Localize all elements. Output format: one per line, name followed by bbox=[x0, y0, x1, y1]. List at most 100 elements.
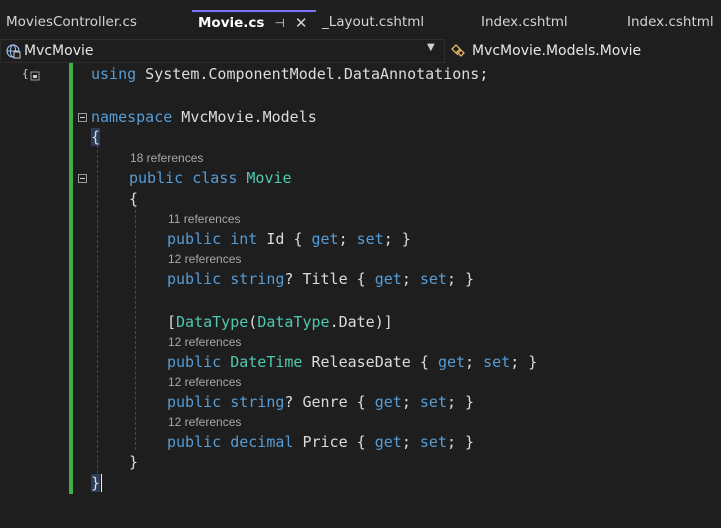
property-name: Genre bbox=[293, 393, 357, 411]
brace: { bbox=[91, 128, 101, 146]
code-text: System.ComponentModel.DataAnnotations; bbox=[136, 65, 489, 83]
code-line-class[interactable]: public class Movie bbox=[129, 169, 292, 187]
code-line-brace-open[interactable]: { bbox=[91, 128, 101, 146]
tab-moviescontroller[interactable]: MoviesController.cs bbox=[0, 10, 198, 34]
close-icon[interactable]: ✕ bbox=[295, 14, 308, 32]
accessor: set bbox=[419, 393, 447, 411]
punctuation: ; } bbox=[510, 353, 538, 371]
type: string bbox=[230, 393, 285, 411]
tab-label: _Layout.cshtml bbox=[322, 14, 425, 30]
tab-label: Index.cshtml bbox=[627, 14, 714, 30]
punctuation: . bbox=[329, 313, 339, 331]
keyword: public bbox=[129, 169, 184, 187]
keyword: public bbox=[167, 270, 222, 288]
tab-index-1[interactable]: Index.cshtml bbox=[475, 10, 627, 34]
svg-text:{: { bbox=[22, 67, 29, 80]
punctuation: ; bbox=[401, 433, 420, 451]
paren: ( bbox=[248, 313, 258, 331]
punctuation: ; } bbox=[446, 393, 475, 411]
brace: } bbox=[91, 474, 101, 492]
codelens-references[interactable]: 12 references bbox=[168, 415, 241, 429]
text-cursor bbox=[101, 474, 102, 492]
punctuation: ; bbox=[338, 230, 357, 248]
class-name: Movie bbox=[246, 169, 292, 187]
brace: } bbox=[129, 453, 139, 471]
code-line-using[interactable]: using System.ComponentModel.DataAnnotati… bbox=[91, 65, 488, 83]
accessor: set bbox=[419, 270, 447, 288]
accessor: get bbox=[311, 230, 339, 248]
code-line-class-brace-close[interactable]: } bbox=[129, 453, 138, 471]
code-line-title[interactable]: public string? Title { get; set; } bbox=[167, 270, 474, 288]
code-line-price[interactable]: public decimal Price { get; set; } bbox=[167, 433, 474, 451]
keyword: public bbox=[167, 433, 222, 451]
tab-label: Index.cshtml bbox=[481, 14, 568, 30]
type: DateTime bbox=[230, 353, 303, 371]
class-icon bbox=[451, 44, 465, 57]
codelens-references[interactable]: 11 references bbox=[168, 212, 241, 226]
keyword: public bbox=[167, 230, 222, 248]
collapsed-region-icon[interactable]: { bbox=[22, 66, 42, 84]
accessor: set bbox=[356, 230, 384, 248]
tab-movie-cs[interactable]: Movie.cs ⊣ ✕ bbox=[192, 10, 316, 34]
code-text: MvcMovie.Models bbox=[172, 108, 317, 126]
property-name: Id bbox=[257, 230, 294, 248]
attribute-name: DataType bbox=[176, 313, 249, 331]
code-line-namespace[interactable]: namespace MvcMovie.Models bbox=[91, 108, 317, 126]
code-line-attribute[interactable]: [DataType(DataType.Date)] bbox=[167, 313, 393, 331]
brace: { bbox=[293, 230, 312, 248]
tab-index-2[interactable]: Index.cshtml bbox=[621, 10, 721, 34]
code-line-releasedate[interactable]: public DateTime ReleaseDate { get; set; … bbox=[167, 353, 537, 371]
enum-name: DataType bbox=[257, 313, 330, 331]
accessor: set bbox=[483, 353, 511, 371]
punctuation: ; bbox=[401, 270, 420, 288]
brace: { bbox=[356, 270, 375, 288]
property-name: Title bbox=[293, 270, 357, 288]
punctuation: ; } bbox=[383, 230, 411, 248]
punctuation: ; } bbox=[446, 270, 475, 288]
code-line-id[interactable]: public int Id { get; set; } bbox=[167, 230, 411, 248]
project-dropdown[interactable]: MvcMovie ▼ bbox=[0, 39, 445, 63]
accessor: get bbox=[374, 433, 402, 451]
member-dropdown[interactable]: MvcMovie.Models.Movie bbox=[446, 39, 721, 63]
code-line-brace-close[interactable]: } bbox=[91, 474, 101, 492]
tab-bar: MoviesController.cs Movie.cs ⊣ ✕ _Layout… bbox=[0, 0, 721, 34]
brace: { bbox=[356, 433, 375, 451]
property-name: ReleaseDate bbox=[302, 353, 420, 371]
member-name: MvcMovie.Models.Movie bbox=[472, 43, 642, 59]
accessor: get bbox=[374, 270, 402, 288]
tab-label: Movie.cs bbox=[198, 15, 265, 31]
fold-class-icon[interactable] bbox=[78, 174, 87, 183]
bracket: )] bbox=[374, 313, 393, 331]
codelens-references[interactable]: 12 references bbox=[168, 252, 241, 266]
keyword: public bbox=[167, 353, 222, 371]
keyword: class bbox=[192, 169, 238, 187]
accessor: get bbox=[437, 353, 466, 371]
project-name: MvcMovie bbox=[24, 43, 94, 59]
navigation-bar: MvcMovie ▼ MvcMovie.Models.Movie bbox=[0, 39, 721, 63]
accessor: get bbox=[374, 393, 402, 411]
fold-namespace-icon[interactable] bbox=[78, 113, 87, 122]
codelens-references[interactable]: 12 references bbox=[168, 375, 241, 389]
punctuation: ; bbox=[401, 393, 420, 411]
code-line-class-brace-open[interactable]: { bbox=[129, 190, 138, 208]
indent-guide bbox=[97, 145, 98, 473]
codelens-references[interactable]: 18 references bbox=[130, 151, 203, 165]
brace: { bbox=[129, 190, 139, 208]
tab-layout[interactable]: _Layout.cshtml bbox=[316, 10, 481, 34]
accessor: set bbox=[419, 433, 447, 451]
code-editor[interactable]: { using System.ComponentModel.DataAnnota… bbox=[0, 63, 721, 528]
indent-guide bbox=[135, 205, 136, 450]
pin-icon[interactable]: ⊣ bbox=[274, 16, 284, 30]
globe-project-icon bbox=[6, 44, 21, 59]
code-line-genre[interactable]: public string? Genre { get; set; } bbox=[167, 393, 474, 411]
punctuation: ; } bbox=[446, 433, 475, 451]
type: decimal bbox=[230, 433, 294, 451]
chevron-down-icon[interactable]: ▼ bbox=[427, 42, 435, 53]
enum-member: Date bbox=[338, 313, 375, 331]
bracket: [ bbox=[167, 313, 177, 331]
change-indicator-bar bbox=[69, 63, 73, 494]
keyword: public bbox=[167, 393, 222, 411]
codelens-references[interactable]: 12 references bbox=[168, 335, 241, 349]
type: int bbox=[230, 230, 258, 248]
tab-label: MoviesController.cs bbox=[6, 14, 137, 30]
